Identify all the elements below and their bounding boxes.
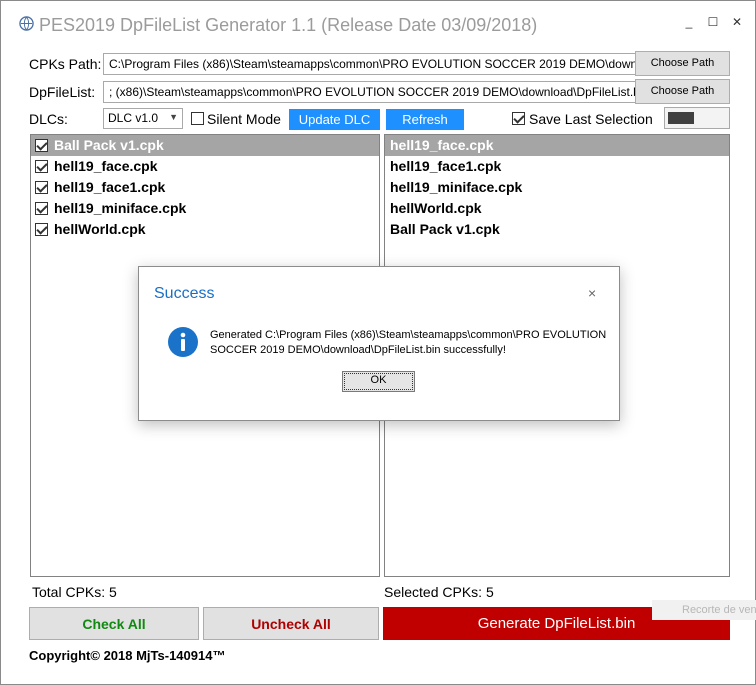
list-item[interactable]: hell19_face1.cpk bbox=[31, 177, 379, 198]
silent-mode-checkbox[interactable] bbox=[191, 112, 204, 125]
chevron-down-icon: ▼ bbox=[169, 112, 178, 122]
list-item[interactable]: hell19_face.cpk bbox=[31, 156, 379, 177]
list-item-label: hell19_face1.cpk bbox=[390, 158, 502, 174]
list-item-checkbox[interactable] bbox=[35, 202, 48, 215]
list-item-checkbox[interactable] bbox=[35, 139, 48, 152]
list-item[interactable]: hell19_face1.cpk bbox=[385, 156, 729, 177]
list-item[interactable]: Ball Pack v1.cpk bbox=[385, 219, 729, 240]
list-item[interactable]: hell19_miniface.cpk bbox=[385, 177, 729, 198]
list-item-label: hell19_face1.cpk bbox=[54, 179, 166, 195]
list-item-label: Ball Pack v1.cpk bbox=[54, 137, 164, 153]
maximize-button[interactable]: ☐ bbox=[706, 15, 720, 29]
minimize-button[interactable]: _ bbox=[682, 15, 696, 29]
uncheck-all-button[interactable]: Uncheck All bbox=[203, 607, 379, 640]
cpks-path-input[interactable]: C:\Program Files (x86)\Steam\steamapps\c… bbox=[103, 53, 636, 75]
app-icon bbox=[19, 16, 34, 31]
dialog-title: Success bbox=[154, 285, 215, 302]
save-last-selection-checkbox[interactable] bbox=[512, 112, 525, 125]
dpfilelist-path-input[interactable]: ; (x86)\Steam\steamapps\common\PRO EVOLU… bbox=[103, 81, 636, 103]
title-bar: PES2019 DpFileList Generator 1.1 (Releas… bbox=[1, 1, 755, 35]
list-item[interactable]: hell19_face.cpk bbox=[385, 135, 729, 156]
dlc-select-value: DLC v1.0 bbox=[108, 111, 159, 125]
total-cpks-count: Total CPKs: 5 bbox=[32, 584, 117, 600]
list-item-checkbox[interactable] bbox=[35, 181, 48, 194]
dialog-message: Generated C:\Program Files (x86)\Steam\s… bbox=[210, 329, 607, 356]
list-item-label: hell19_miniface.cpk bbox=[390, 179, 523, 195]
list-item-label: Ball Pack v1.cpk bbox=[390, 221, 500, 237]
selected-cpks-count: Selected CPKs: 5 bbox=[384, 584, 494, 600]
refresh-button[interactable]: Refresh bbox=[386, 109, 464, 130]
list-item-label: hell19_miniface.cpk bbox=[54, 200, 187, 216]
list-item[interactable]: hell19_miniface.cpk bbox=[31, 198, 379, 219]
cpks-path-label: CPKs Path: bbox=[29, 56, 102, 72]
choose-dpfilelist-path-button[interactable]: Choose Path bbox=[635, 79, 730, 104]
list-item[interactable]: hellWorld.cpk bbox=[31, 219, 379, 240]
info-icon bbox=[168, 327, 198, 357]
window-title: PES2019 DpFileList Generator 1.1 (Releas… bbox=[39, 15, 538, 35]
silent-mode-label: Silent Mode bbox=[207, 111, 281, 127]
dpfilelist-label: DpFileList: bbox=[29, 84, 96, 100]
toggle-knob[interactable] bbox=[668, 112, 694, 124]
list-item-checkbox[interactable] bbox=[35, 223, 48, 236]
list-item[interactable]: hellWorld.cpk bbox=[385, 198, 729, 219]
ok-button[interactable]: OK bbox=[342, 371, 415, 392]
update-dlc-button[interactable]: Update DLC bbox=[289, 109, 380, 130]
list-item[interactable]: Ball Pack v1.cpk bbox=[31, 135, 379, 156]
snip-overlay-text: Recorte de ventana bbox=[652, 600, 756, 620]
dlcs-label: DLCs: bbox=[29, 111, 68, 127]
choose-cpks-path-button[interactable]: Choose Path bbox=[635, 51, 730, 76]
dialog-close-button[interactable]: × bbox=[588, 285, 596, 301]
dlc-select[interactable]: DLC v1.0 ▼ bbox=[103, 108, 183, 129]
theme-toggle[interactable] bbox=[664, 107, 730, 129]
list-item-label: hell19_face.cpk bbox=[54, 158, 158, 174]
list-item-label: hellWorld.cpk bbox=[54, 221, 146, 237]
app-window: PES2019 DpFileList Generator 1.1 (Releas… bbox=[0, 0, 756, 685]
list-item-label: hellWorld.cpk bbox=[390, 200, 482, 216]
close-button[interactable]: ✕ bbox=[730, 15, 744, 29]
success-dialog: Success × Generated C:\Program Files (x8… bbox=[138, 266, 620, 421]
copyright-text: Copyright© 2018 MjTs-140914™ bbox=[29, 648, 226, 663]
check-all-button[interactable]: Check All bbox=[29, 607, 199, 640]
list-item-label: hell19_face.cpk bbox=[390, 137, 494, 153]
save-last-selection-label: Save Last Selection bbox=[529, 111, 653, 127]
list-item-checkbox[interactable] bbox=[35, 160, 48, 173]
